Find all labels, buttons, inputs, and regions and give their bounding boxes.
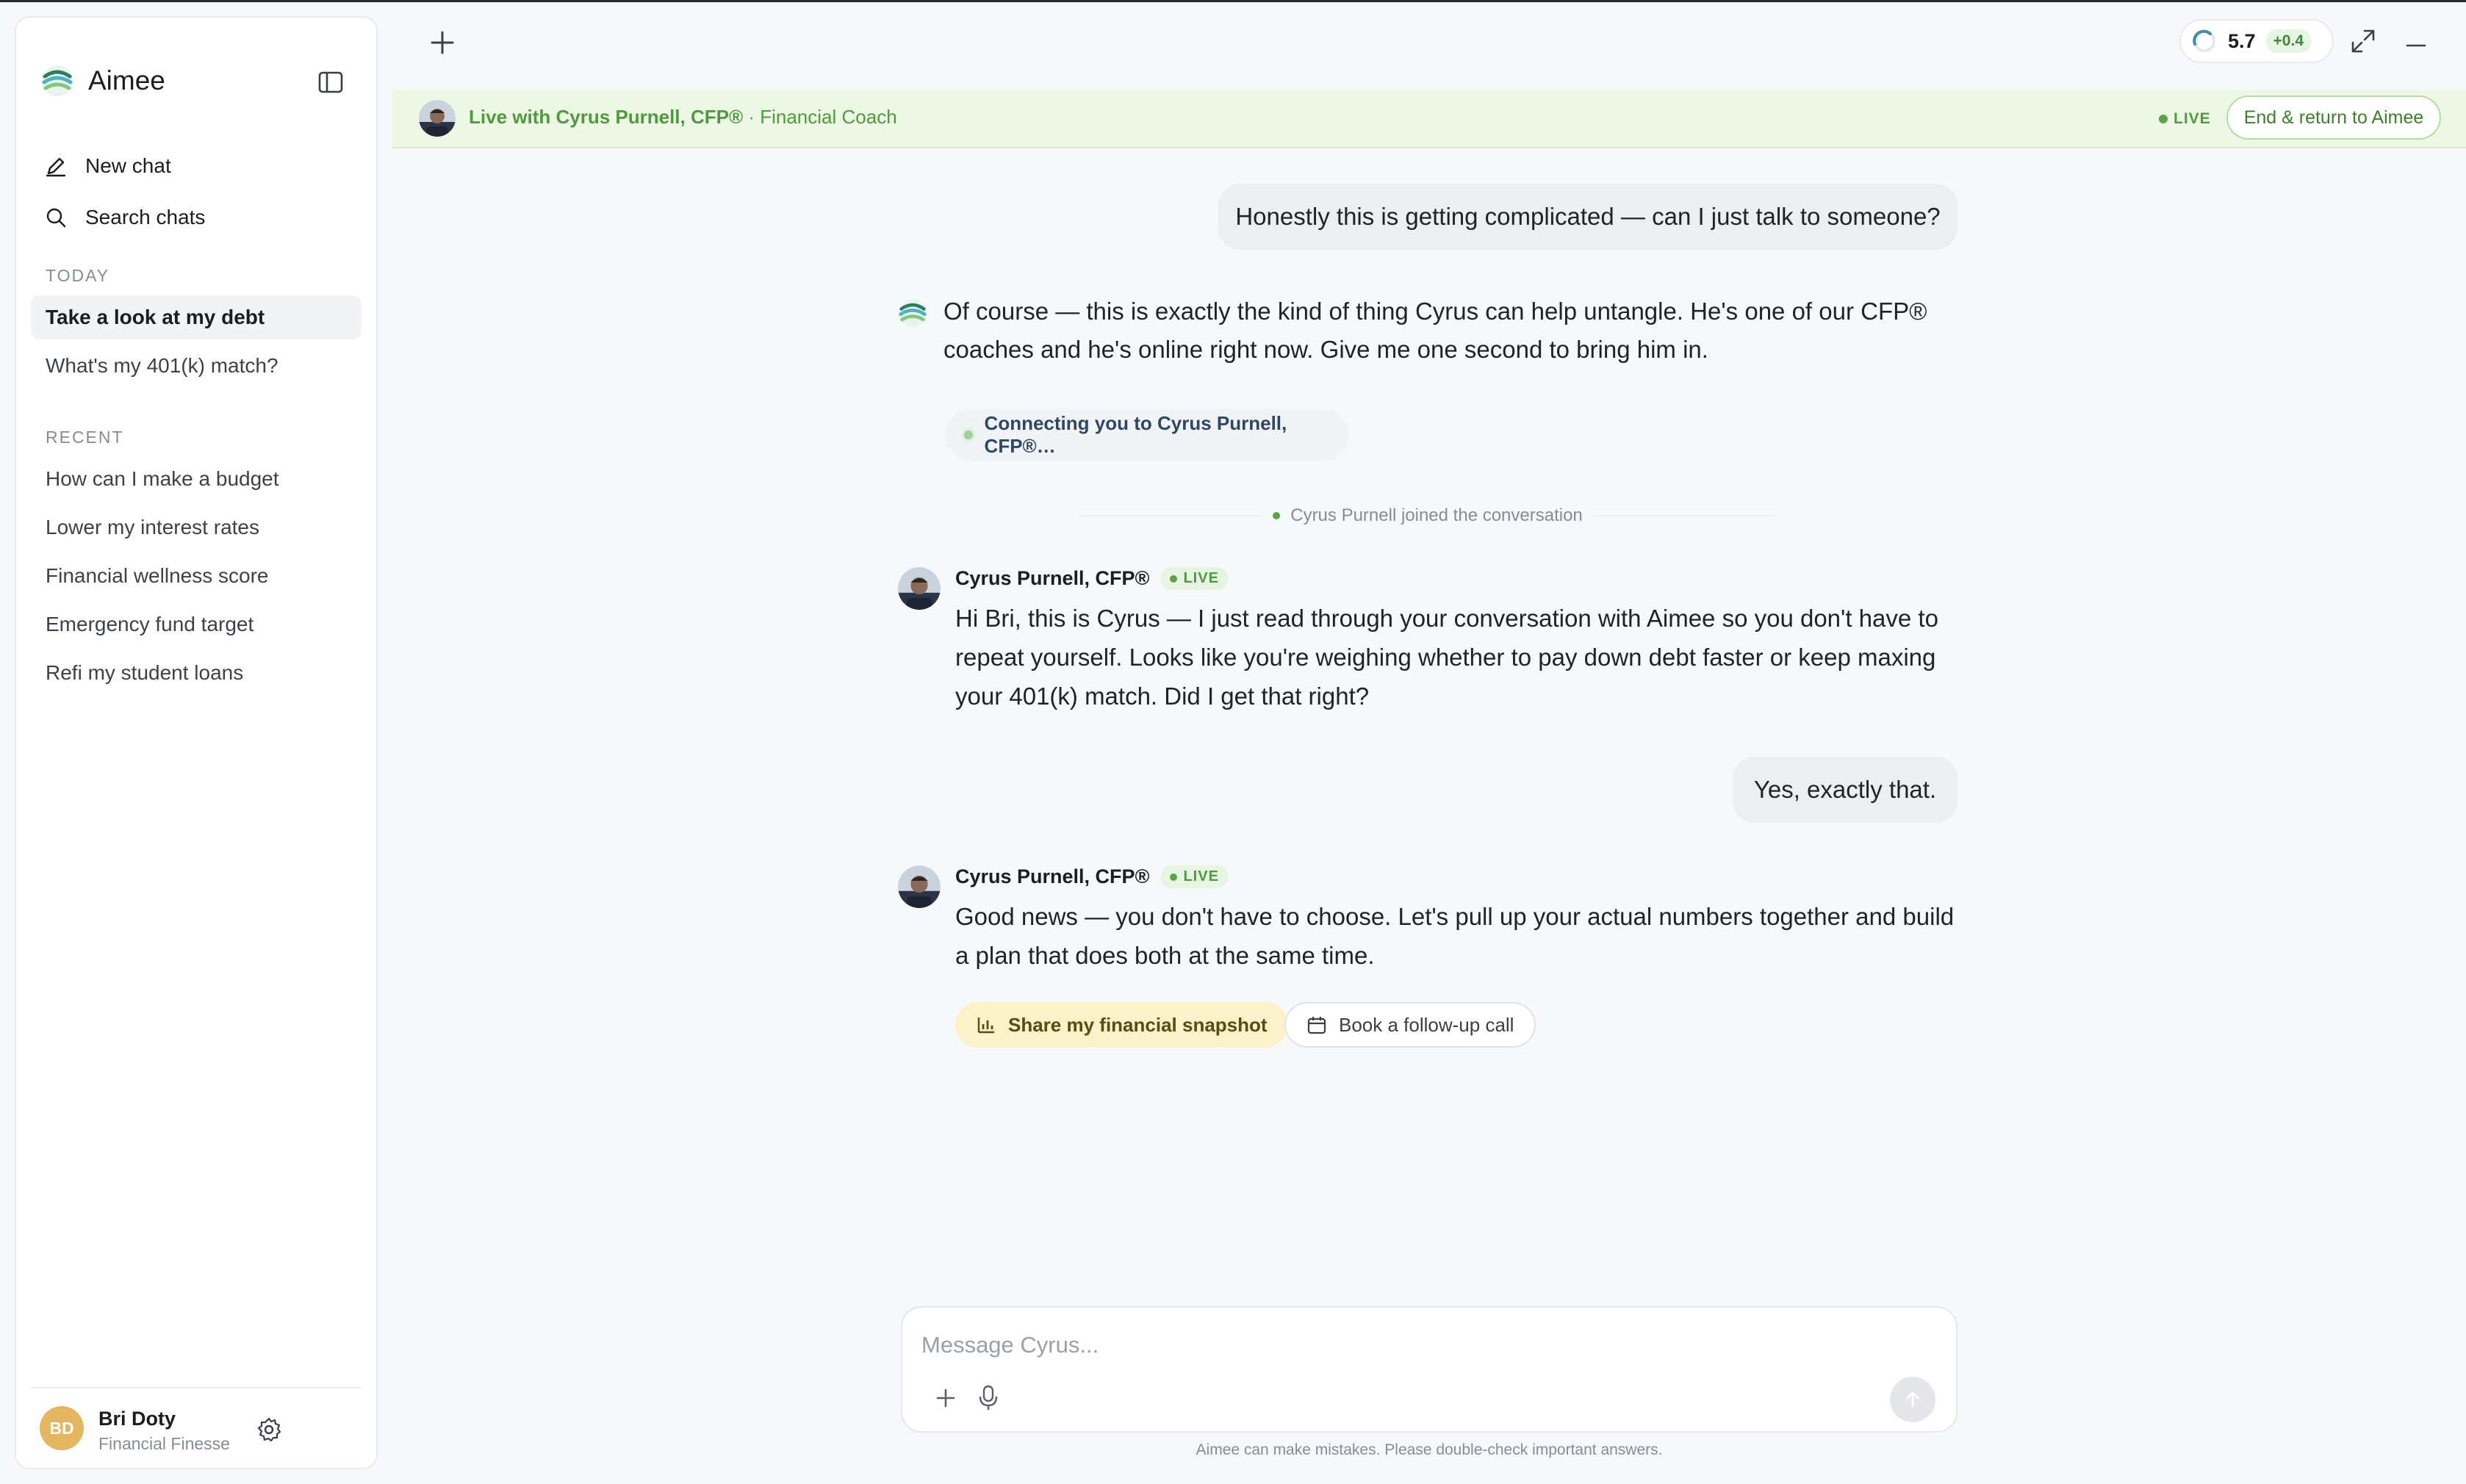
- user-name: Bri Doty: [98, 1408, 176, 1430]
- divider-line: [1080, 515, 1263, 516]
- coach-avatar: [419, 100, 456, 137]
- coach-name: Cyrus Purnell, CFP®: [955, 865, 1150, 887]
- sidebar: Aimee New chat Search chats TODAY Take a…: [15, 16, 378, 1469]
- chat-item-student-loans[interactable]: Refi my student loans: [31, 651, 362, 695]
- banner-live-label: LIVE: [2174, 110, 2211, 127]
- user-avatar: BD: [40, 1406, 84, 1450]
- live-dot-icon: [1170, 873, 1178, 881]
- user-message-1: Honestly this is getting complicated — c…: [1218, 184, 1958, 250]
- banner-live-with: Live with Cyrus Purnell, CFP®: [469, 106, 744, 128]
- attach-plus-icon[interactable]: [933, 1386, 958, 1411]
- chat-item-interest-rates[interactable]: Lower my interest rates: [31, 505, 362, 550]
- coach-message-2: Good news — you don't have to choose. Le…: [955, 903, 1955, 969]
- live-session-banner: Live with Cyrus Purnell, CFP® · Financia…: [392, 90, 2466, 148]
- user-message-2: Yes, exactly that.: [1733, 757, 1958, 823]
- chat-item-take-a-look-at-my-debt[interactable]: Take a look at my debt: [31, 295, 362, 339]
- share-snapshot-button[interactable]: Share my financial snapshot: [955, 1002, 1288, 1048]
- wellness-score-pill[interactable]: 5.7 +0.4: [2179, 19, 2334, 63]
- joined-divider: Cyrus Purnell joined the conversation: [1080, 504, 1776, 527]
- sidebar-toggle-icon[interactable]: [316, 68, 345, 97]
- banner-text: Live with Cyrus Purnell, CFP® · Financia…: [469, 106, 897, 129]
- score-gauge-icon: [2193, 29, 2215, 52]
- gear-icon[interactable]: [256, 1416, 282, 1443]
- connecting-text: Connecting you to Cyrus Purnell, CFP®…: [984, 412, 1287, 457]
- recent-section-label: RECENT: [46, 428, 124, 447]
- new-chat-label: New chat: [85, 154, 171, 177]
- disclaimer-text: Aimee can make mistakes. Please double-c…: [1196, 1441, 1663, 1458]
- user-organization: Financial Finesse: [98, 1434, 230, 1453]
- search-chats-label: Search chats: [85, 206, 206, 228]
- divider-line: [1592, 515, 1776, 516]
- connecting-status: Connecting you to Cyrus Purnell, CFP®…: [945, 408, 1349, 461]
- book-call-button[interactable]: Book a follow-up call: [1284, 1002, 1536, 1048]
- chat-item-401k-match[interactable]: What's my 401(k) match?: [31, 344, 362, 388]
- end-session-button[interactable]: End & return to Aimee: [2226, 96, 2441, 140]
- live-badge-label: LIVE: [1183, 570, 1219, 586]
- coach-name-header: Cyrus Purnell, CFP® LIVE: [955, 567, 1228, 590]
- banner-live-indicator: LIVE: [2159, 110, 2211, 128]
- window-top-border: [0, 0, 2466, 2]
- chat-item-budget[interactable]: How can I make a budget: [31, 457, 362, 501]
- chat-item-emergency-fund[interactable]: Emergency fund target: [31, 602, 362, 646]
- message-composer: [901, 1306, 1958, 1433]
- book-call-label: Book a follow-up call: [1339, 1013, 1514, 1036]
- user-profile[interactable]: BD Bri Doty Financial Finesse: [31, 1387, 362, 1468]
- coach-name-header: Cyrus Purnell, CFP® LIVE: [955, 865, 1228, 888]
- microphone-icon[interactable]: [976, 1384, 1001, 1412]
- banner-role: · Financial Coach: [743, 106, 897, 128]
- arrow-up-icon: [1906, 1391, 1919, 1408]
- live-badge: LIVE: [1161, 567, 1228, 590]
- new-chat-button[interactable]: New chat: [44, 154, 171, 178]
- search-icon: [46, 208, 66, 228]
- app-name: Aimee: [88, 65, 165, 96]
- live-dot-icon: [2159, 115, 2168, 123]
- live-dot-icon: [1170, 574, 1178, 583]
- expand-icon[interactable]: [2348, 26, 2378, 56]
- joined-dot-icon: [1273, 512, 1281, 519]
- brand[interactable]: Aimee: [41, 65, 165, 97]
- coach-avatar: [898, 865, 941, 908]
- share-snapshot-label: Share my financial snapshot: [1008, 1013, 1268, 1036]
- coach-avatar: [898, 567, 941, 610]
- connecting-dot-icon: [964, 431, 973, 439]
- aimee-message-1: Of course — this is exactly the kind of …: [943, 298, 1927, 363]
- live-badge: LIVE: [1161, 865, 1228, 888]
- score-value: 5.7: [2228, 29, 2256, 52]
- coach-name: Cyrus Purnell, CFP®: [955, 567, 1150, 589]
- today-section-label: TODAY: [46, 266, 110, 285]
- calendar-icon: [1307, 1017, 1326, 1034]
- bar-chart-icon: [977, 1017, 994, 1034]
- aimee-avatar-icon: [898, 298, 927, 328]
- send-button[interactable]: [1890, 1377, 1935, 1422]
- live-badge-label: LIVE: [1183, 868, 1219, 885]
- message-input[interactable]: [921, 1327, 1935, 1364]
- coach-message-1: Hi Bri, this is Cyrus — I just read thro…: [955, 605, 1938, 710]
- chat-item-wellness-score[interactable]: Financial wellness score: [31, 554, 362, 598]
- search-chats-button[interactable]: Search chats: [44, 206, 205, 229]
- score-delta-badge: +0.4: [2265, 29, 2312, 53]
- aimee-logo-icon: [42, 65, 73, 96]
- joined-text: Cyrus Purnell joined the conversation: [1290, 505, 1583, 525]
- pencil-icon: [46, 157, 66, 177]
- minimize-icon[interactable]: [2401, 26, 2431, 56]
- new-tab-plus-icon[interactable]: [426, 26, 459, 59]
